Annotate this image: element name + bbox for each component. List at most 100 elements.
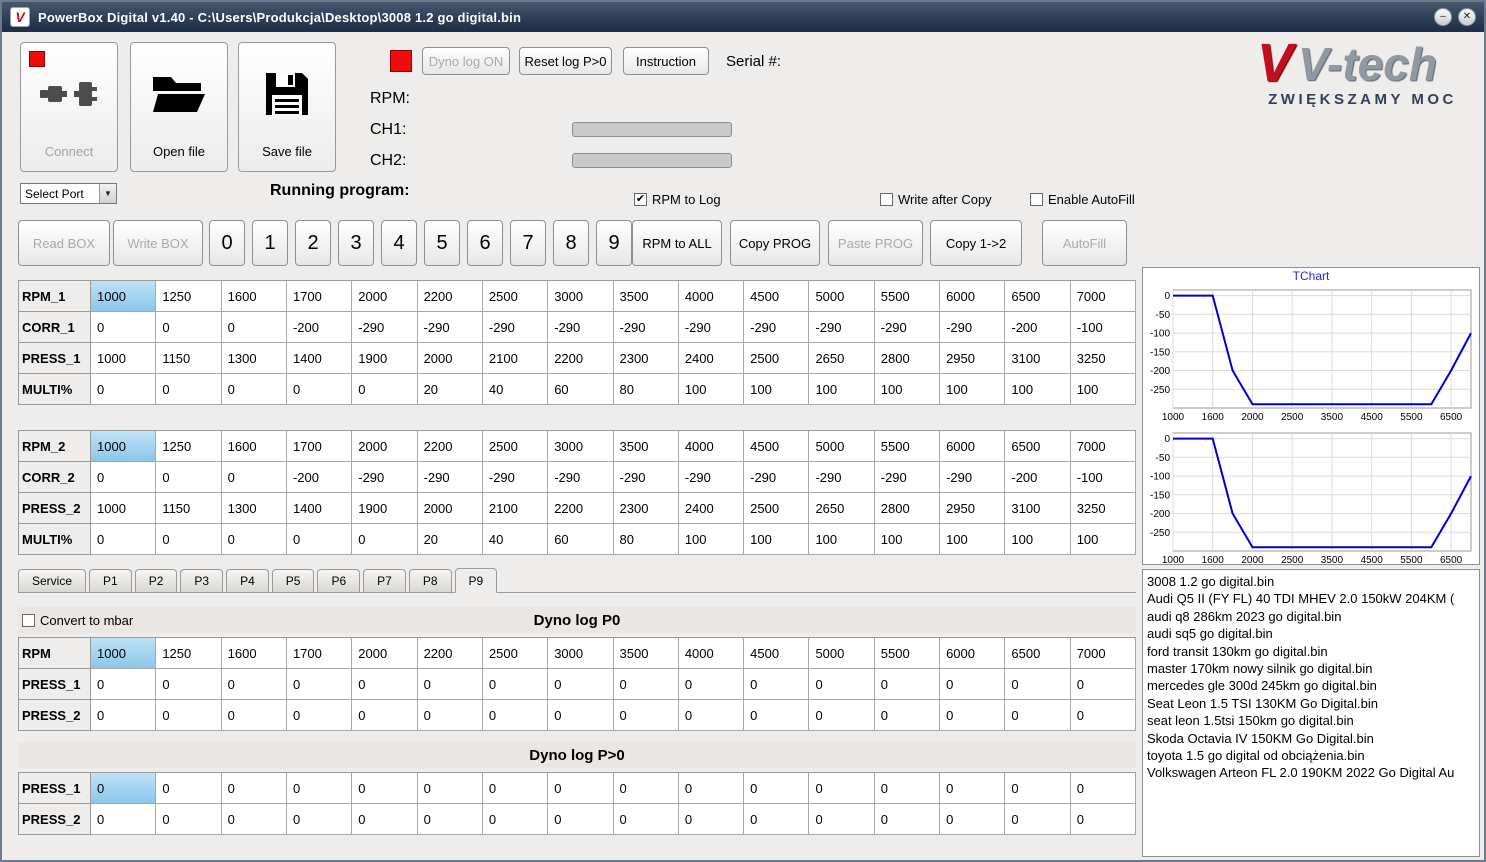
table-cell[interactable]: 0 <box>940 804 1006 835</box>
read-box-button[interactable]: Read BOX <box>18 220 110 266</box>
file-list-item[interactable]: Skoda Octavia IV 150KM Go Digital.bin <box>1147 730 1475 747</box>
table-cell[interactable]: 1400 <box>286 493 353 524</box>
table-cell[interactable]: 1250 <box>156 281 222 312</box>
program-button-4[interactable]: 4 <box>381 220 417 266</box>
chevron-down-icon[interactable]: ▼ <box>99 184 116 203</box>
table-cell[interactable]: 1600 <box>221 638 287 669</box>
table-cell[interactable]: 2300 <box>613 343 679 374</box>
table-cell[interactable]: 100 <box>678 524 745 555</box>
table-cell[interactable]: 0 <box>678 773 745 804</box>
table-cell[interactable]: 0 <box>91 524 157 555</box>
table-cell[interactable]: 5000 <box>809 638 875 669</box>
table-cell[interactable]: 60 <box>548 374 614 405</box>
table-cell[interactable]: 2800 <box>874 493 941 524</box>
table-cell[interactable]: -290 <box>940 462 1006 493</box>
program-button-2[interactable]: 2 <box>295 220 331 266</box>
table-cell[interactable]: 0 <box>809 669 875 700</box>
port-select[interactable]: Select Port ▼ <box>20 183 117 204</box>
table-cell[interactable]: 7000 <box>1070 638 1136 669</box>
table-cell[interactable]: 1150 <box>156 493 222 524</box>
table-cell[interactable]: 0 <box>221 374 287 405</box>
table-cell[interactable]: 80 <box>613 374 679 405</box>
table-cell[interactable]: 0 <box>1005 669 1071 700</box>
table-cell[interactable]: 0 <box>221 312 287 343</box>
table-cell[interactable]: 2200 <box>417 431 483 462</box>
file-list-item[interactable]: audi sq5 go digital.bin <box>1147 625 1475 642</box>
table-cell[interactable]: 100 <box>809 374 875 405</box>
table-cell[interactable]: 0 <box>156 312 222 343</box>
table-cell[interactable]: 1000 <box>91 431 157 462</box>
table-cell[interactable]: 2950 <box>940 343 1006 374</box>
table-cell[interactable]: 1000 <box>91 281 157 312</box>
table-cell[interactable]: 1150 <box>156 343 222 374</box>
file-list-item[interactable]: Audi Q5 II (FY FL) 40 TDI MHEV 2.0 150kW… <box>1147 590 1475 607</box>
table-cell[interactable]: 80 <box>613 524 679 555</box>
table-cell[interactable]: -200 <box>1005 462 1071 493</box>
table-cell[interactable]: 0 <box>352 524 418 555</box>
save-file-button[interactable]: Save file <box>238 42 336 172</box>
table-cell[interactable]: 0 <box>417 773 483 804</box>
table-cell[interactable]: 0 <box>352 804 418 835</box>
table-cell[interactable]: 0 <box>744 700 810 731</box>
table-cell[interactable]: 2500 <box>482 281 549 312</box>
table-cell[interactable]: 0 <box>874 804 941 835</box>
file-list-item[interactable]: Volkswagen Arteon FL 2.0 190KM 2022 Go D… <box>1147 764 1475 781</box>
table-cell[interactable]: -290 <box>940 312 1006 343</box>
file-list-item[interactable]: 3008 1.2 go digital.bin <box>1147 573 1475 590</box>
table-cell[interactable]: 100 <box>1070 524 1136 555</box>
table-cell[interactable]: 0 <box>91 804 157 835</box>
program-button-7[interactable]: 7 <box>510 220 546 266</box>
table-cell[interactable]: 0 <box>417 804 483 835</box>
table-cell[interactable]: -290 <box>613 462 679 493</box>
table-cell[interactable]: 100 <box>940 524 1006 555</box>
table-cell[interactable]: 0 <box>91 700 157 731</box>
table-cell[interactable]: 0 <box>156 374 222 405</box>
table-cell[interactable]: -290 <box>744 462 810 493</box>
table-cell[interactable]: 60 <box>548 524 614 555</box>
table-cell[interactable]: 100 <box>809 524 875 555</box>
tab-p4[interactable]: P4 <box>226 569 269 592</box>
table-cell[interactable]: 2100 <box>482 343 549 374</box>
program-button-6[interactable]: 6 <box>467 220 503 266</box>
table-cell[interactable]: -290 <box>482 312 549 343</box>
table-cell[interactable]: 0 <box>874 700 941 731</box>
table-cell[interactable]: 2400 <box>678 493 745 524</box>
table-cell[interactable]: 0 <box>744 669 810 700</box>
table-cell[interactable]: 2200 <box>548 343 614 374</box>
table-cell[interactable]: 2800 <box>874 343 941 374</box>
table-cell[interactable]: 0 <box>940 669 1006 700</box>
table-cell[interactable]: 4500 <box>744 431 810 462</box>
copy-prog-button[interactable]: Copy PROG <box>730 220 820 266</box>
table-cell[interactable]: 2000 <box>417 493 483 524</box>
table-cell[interactable]: 0 <box>156 700 222 731</box>
table-cell[interactable]: 0 <box>809 700 875 731</box>
table-cell[interactable]: 6000 <box>940 431 1006 462</box>
table-cell[interactable]: -100 <box>1070 462 1136 493</box>
table-cell[interactable]: 3100 <box>1005 493 1071 524</box>
program-button-8[interactable]: 8 <box>553 220 589 266</box>
table-cell[interactable]: 3500 <box>613 638 679 669</box>
table-cell[interactable]: 2200 <box>548 493 614 524</box>
table-cell[interactable]: 1600 <box>221 431 287 462</box>
table-cell[interactable]: 40 <box>482 524 549 555</box>
table-cell[interactable]: 0 <box>809 773 875 804</box>
table-cell[interactable]: 100 <box>874 524 941 555</box>
table-cell[interactable]: 3100 <box>1005 343 1071 374</box>
table-cell[interactable]: 100 <box>874 374 941 405</box>
table-cell[interactable]: 2000 <box>352 638 418 669</box>
table-cell[interactable]: -290 <box>809 312 875 343</box>
copy-1-to-2-button[interactable]: Copy 1->2 <box>930 220 1022 266</box>
table-cell[interactable]: 0 <box>613 700 679 731</box>
table-cell[interactable]: 1600 <box>221 281 287 312</box>
table-cell[interactable]: -290 <box>744 312 810 343</box>
table-cell[interactable]: 0 <box>91 462 157 493</box>
table-cell[interactable]: 2000 <box>417 343 483 374</box>
tab-p1[interactable]: P1 <box>89 569 132 592</box>
close-button[interactable]: ✕ <box>1458 8 1476 26</box>
tab-p3[interactable]: P3 <box>180 569 224 592</box>
table-cell[interactable]: -290 <box>482 462 549 493</box>
table-cell[interactable]: 0 <box>874 773 941 804</box>
table-cell[interactable]: 0 <box>417 669 483 700</box>
tab-service[interactable]: Service <box>18 569 87 592</box>
table-cell[interactable]: -200 <box>286 312 353 343</box>
